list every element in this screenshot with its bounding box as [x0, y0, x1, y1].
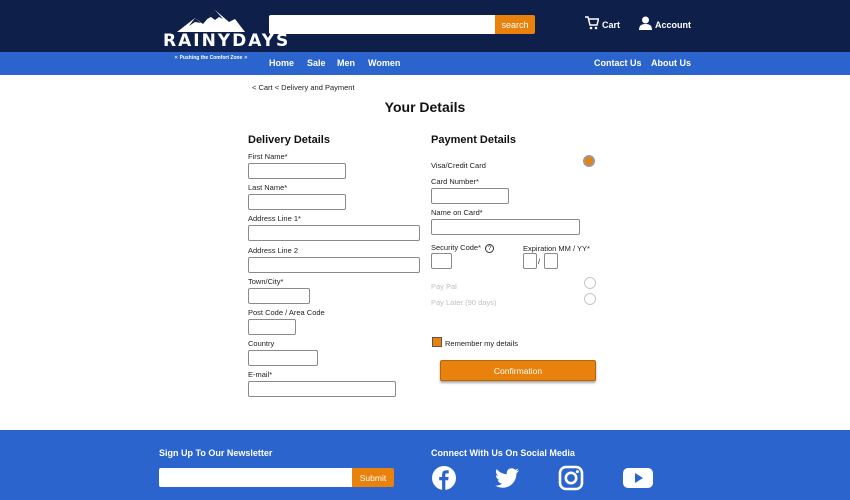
- expiry-separator: /: [538, 257, 541, 266]
- address-line-1-label: Address Line 1*: [248, 214, 301, 223]
- footer: Sign Up To Our Newsletter Submit Connect…: [0, 430, 850, 500]
- country-label: Country: [248, 339, 275, 348]
- email-field[interactable]: [248, 381, 396, 397]
- paypal-label: Pay Pal: [431, 282, 457, 291]
- first-name-field[interactable]: [248, 163, 346, 179]
- card-radio[interactable]: [583, 155, 595, 167]
- card-number-field[interactable]: [431, 188, 509, 204]
- cart-icon: [585, 16, 599, 30]
- instagram-icon[interactable]: [558, 465, 584, 491]
- post-code-label: Post Code / Area Code: [248, 308, 325, 317]
- social-title: Connect With Us On Social Media: [431, 448, 575, 458]
- nav-about-us[interactable]: About Us: [651, 58, 691, 68]
- expiry-year-field[interactable]: [544, 253, 558, 269]
- newsletter-submit-button[interactable]: Submit: [352, 468, 394, 487]
- country-field[interactable]: [248, 350, 318, 366]
- expiration-label: Expiration MM / YY*: [523, 244, 590, 253]
- town-city-field[interactable]: [248, 288, 310, 304]
- pay-later-radio[interactable]: [584, 293, 596, 305]
- youtube-icon[interactable]: [622, 465, 654, 491]
- nav-women[interactable]: Women: [368, 58, 400, 68]
- security-code-field[interactable]: [431, 253, 452, 269]
- help-icon[interactable]: ?: [485, 243, 495, 253]
- paypal-radio[interactable]: [584, 277, 596, 289]
- brand-logo[interactable]: RAINYDAYS: [163, 10, 291, 51]
- account-link[interactable]: Account: [639, 16, 691, 30]
- last-name-field[interactable]: [248, 194, 346, 210]
- brand-tagline: ✕ Pushing the Comfort Zone ✕: [174, 55, 248, 61]
- name-on-card-label: Name on Card*: [431, 208, 483, 217]
- logo-text: RAINYDAYS: [163, 31, 291, 51]
- address-line-1-field[interactable]: [248, 225, 420, 241]
- nav-home[interactable]: Home: [269, 58, 294, 68]
- search-input[interactable]: [269, 15, 495, 34]
- security-code-text: Security Code*: [431, 243, 482, 252]
- name-on-card-field[interactable]: [431, 219, 580, 235]
- twitter-icon[interactable]: [494, 465, 520, 491]
- email-label: E-mail*: [248, 370, 273, 379]
- remember-checkbox[interactable]: [432, 337, 442, 347]
- address-line-2-label: Address Line 2: [248, 246, 299, 255]
- search-button[interactable]: search: [495, 15, 535, 34]
- newsletter-title: Sign Up To Our Newsletter: [159, 448, 273, 458]
- town-city-label: Town/City*: [248, 277, 284, 286]
- pay-later-label: Pay Later (90 days): [431, 298, 497, 307]
- first-name-label: First Name*: [248, 152, 288, 161]
- cart-label: Cart: [602, 20, 621, 30]
- card-option-label: Visa/Credit Card: [431, 161, 486, 170]
- delivery-section-title: Delivery Details: [248, 134, 330, 146]
- payment-section-title: Payment Details: [431, 134, 516, 146]
- nav-contact-us[interactable]: Contact Us: [594, 58, 642, 68]
- remember-label: Remember my details: [445, 339, 518, 348]
- newsletter-email-input[interactable]: [159, 468, 352, 487]
- card-number-label: Card Number*: [431, 177, 479, 186]
- facebook-icon[interactable]: [431, 465, 457, 491]
- security-code-label: Security Code* ?: [431, 243, 495, 253]
- top-header: RAINYDAYS search Cart Account: [0, 0, 850, 52]
- post-code-field[interactable]: [248, 319, 296, 335]
- confirmation-button[interactable]: Confirmation: [440, 360, 596, 381]
- breadcrumb[interactable]: < Cart < Delivery and Payment: [252, 83, 355, 92]
- nav-sale[interactable]: Sale: [307, 58, 326, 68]
- nav-men[interactable]: Men: [337, 58, 355, 68]
- cart-link[interactable]: Cart: [585, 16, 620, 30]
- address-line-2-field[interactable]: [248, 257, 420, 273]
- main-nav: ✕ Pushing the Comfort Zone ✕ Home Sale M…: [0, 52, 850, 75]
- account-icon: [639, 16, 652, 30]
- page-title: Your Details: [384, 99, 466, 115]
- expiry-month-field[interactable]: [523, 253, 537, 269]
- account-label: Account: [655, 20, 691, 30]
- last-name-label: Last Name*: [248, 183, 288, 192]
- mountain-logo-icon: [177, 10, 245, 32]
